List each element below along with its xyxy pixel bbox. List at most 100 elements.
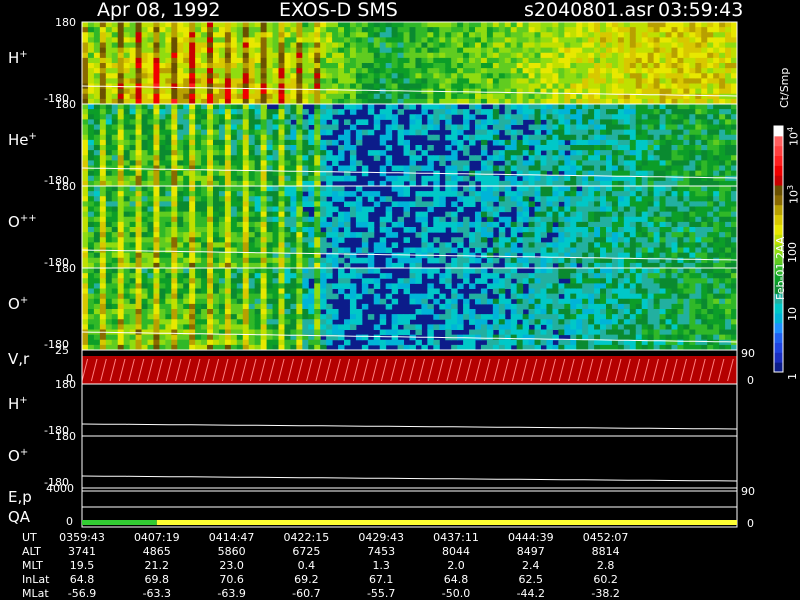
qa-segment bbox=[82, 520, 157, 525]
ephem-value-alt: 7453 bbox=[367, 545, 396, 558]
label-h_plus_2: H+ bbox=[8, 396, 28, 412]
label-he_plus: He+ bbox=[8, 132, 37, 148]
panel-he_plus bbox=[81, 103, 738, 187]
ephem-value-mlat: -63.3 bbox=[142, 587, 172, 600]
label-h_plus-base: H bbox=[8, 49, 20, 67]
ephem-value-ut: 0452:07 bbox=[582, 531, 629, 544]
label-v_r-base: V,r bbox=[8, 350, 30, 368]
ephem-value-alt: 8497 bbox=[516, 545, 545, 558]
ephem-value-alt: 6725 bbox=[292, 545, 321, 558]
ephem-label-ut: UT bbox=[22, 531, 37, 544]
label-h_plus_2-base: H bbox=[8, 395, 20, 413]
ephem-value-mlt: 19.5 bbox=[69, 559, 95, 572]
ytick-top-o_plus_2: 180 bbox=[55, 430, 76, 443]
panel-trace-o_plus_2 bbox=[81, 475, 738, 482]
ephem-value-inlat: 62.5 bbox=[518, 573, 544, 586]
ephem-value-mlt: 2.4 bbox=[522, 559, 540, 572]
header-date: Apr 08, 1992 bbox=[97, 0, 221, 21]
colorbar-tick-base: 10 bbox=[787, 131, 800, 146]
ephem-value-ut: 0437:11 bbox=[433, 531, 479, 544]
label-e_p-base: E,p bbox=[8, 488, 32, 506]
header-time: 03:59:43 bbox=[658, 0, 744, 21]
label-o_plus-sup: + bbox=[19, 295, 29, 306]
ephem-value-alt: 8044 bbox=[442, 545, 470, 558]
ephem-value-ut: 0429:43 bbox=[358, 531, 405, 544]
colorbar-tick: 104 bbox=[786, 127, 800, 146]
ephem-value-mlat: -60.7 bbox=[292, 587, 321, 600]
colorbar-tick-sup: 3 bbox=[786, 185, 795, 191]
ephem-value-mlt: 2.0 bbox=[447, 559, 465, 572]
colorbar-tick: 1 bbox=[786, 373, 799, 380]
label-he_plus-base: He bbox=[8, 131, 29, 149]
label-o_plus_2-base: O bbox=[8, 447, 20, 465]
ephem-value-ut: 0407:19 bbox=[133, 531, 180, 544]
label-o_plusplus-sup: ++ bbox=[19, 213, 37, 224]
label-qa-base: QA bbox=[8, 508, 31, 526]
panel-trace-h_plus_2 bbox=[81, 423, 738, 430]
header-filename: s2040801.asr bbox=[524, 0, 654, 21]
rtick-bottom-v_r: 0 bbox=[747, 374, 754, 387]
label-o_plusplus: O++ bbox=[8, 214, 37, 230]
ephem-value-mlat: -38.2 bbox=[591, 587, 620, 600]
ytick-bottom-qa: 0 bbox=[66, 515, 73, 528]
panel-v_r bbox=[81, 349, 738, 385]
colorbar-tick: 10 bbox=[786, 307, 799, 321]
label-e_p: E,p bbox=[8, 490, 32, 505]
label-o_plus: O+ bbox=[8, 296, 28, 312]
label-qa: QA bbox=[8, 510, 30, 525]
panel-o_plusplus bbox=[81, 185, 738, 269]
ephem-value-mlt: 23.0 bbox=[219, 559, 244, 572]
ephem-value-alt: 4865 bbox=[142, 545, 171, 558]
ephem-value-mlat: -56.9 bbox=[67, 587, 97, 600]
ytick-top-h_plus_2: 180 bbox=[55, 378, 76, 391]
ephem-value-mlt: 1.3 bbox=[372, 559, 390, 572]
ephem-label-mlt: MLT bbox=[22, 559, 43, 572]
ytick-top-e_p: 4000 bbox=[46, 482, 74, 495]
ephem-value-alt: 8814 bbox=[591, 545, 620, 558]
label-he_plus-sup: + bbox=[28, 131, 37, 142]
rtick-top-v_r: 90 bbox=[741, 347, 755, 360]
rtick-bottom-qa: 0 bbox=[747, 517, 754, 530]
label-h_plus-sup: + bbox=[19, 49, 28, 60]
header-instrument: EXOS-D SMS bbox=[279, 0, 398, 21]
ephem-value-inlat: 67.1 bbox=[368, 573, 394, 586]
colorbar-tick-base: 1 bbox=[786, 373, 799, 380]
panel-e_p bbox=[81, 487, 738, 508]
ephem-label-alt: ALT bbox=[22, 545, 41, 558]
ephem-value-inlat: 69.8 bbox=[144, 573, 170, 586]
panel-h_plus_2 bbox=[81, 383, 738, 437]
ephem-value-inlat: 69.2 bbox=[294, 573, 319, 586]
ephem-value-ut: 0414:47 bbox=[208, 531, 255, 544]
colorbar-tick: 103 bbox=[786, 185, 800, 205]
colorbar-tick-base: 10 bbox=[787, 190, 800, 205]
panel-o_plus bbox=[81, 267, 738, 351]
ephem-value-ut: 0359:43 bbox=[59, 531, 105, 544]
ephem-value-mlt: 0.4 bbox=[297, 559, 316, 572]
ephem-value-ut: 0422:15 bbox=[283, 531, 330, 544]
ephem-value-mlat: -55.7 bbox=[366, 587, 396, 600]
ephem-value-mlt: 2.8 bbox=[596, 559, 615, 572]
colorbar-tick: 100 bbox=[786, 242, 799, 263]
ephem-value-mlat: -50.0 bbox=[441, 587, 471, 600]
ephem-value-alt: 3741 bbox=[68, 545, 96, 558]
panel-o_plus_2 bbox=[81, 435, 738, 489]
plot-area bbox=[81, 21, 784, 528]
ephem-value-inlat: 60.2 bbox=[593, 573, 618, 586]
ephem-value-inlat: 70.6 bbox=[219, 573, 244, 586]
rtick-top-e_p: 90 bbox=[741, 485, 755, 498]
footer-note: Feb-01 2AA bbox=[774, 236, 787, 300]
label-v_r: V,r bbox=[8, 352, 29, 367]
ytick-top-o_plusplus: 180 bbox=[55, 180, 76, 193]
label-h_plus: H+ bbox=[8, 50, 28, 66]
ephem-value-alt: 5860 bbox=[217, 545, 246, 558]
label-o_plus_2-sup: + bbox=[19, 447, 29, 458]
ephem-value-mlat: -63.9 bbox=[217, 587, 246, 600]
qa-segment bbox=[156, 520, 738, 525]
ephem-value-mlt: 21.2 bbox=[144, 559, 170, 572]
ytick-top-v_r: 25 bbox=[55, 344, 69, 357]
label-h_plus_2-sup: + bbox=[19, 395, 28, 406]
ephem-value-ut: 0444:39 bbox=[507, 531, 554, 544]
ephem-value-inlat: 64.8 bbox=[69, 573, 95, 586]
ephem-value-inlat: 64.8 bbox=[443, 573, 469, 586]
label-o_plusplus-base: O bbox=[8, 213, 20, 231]
